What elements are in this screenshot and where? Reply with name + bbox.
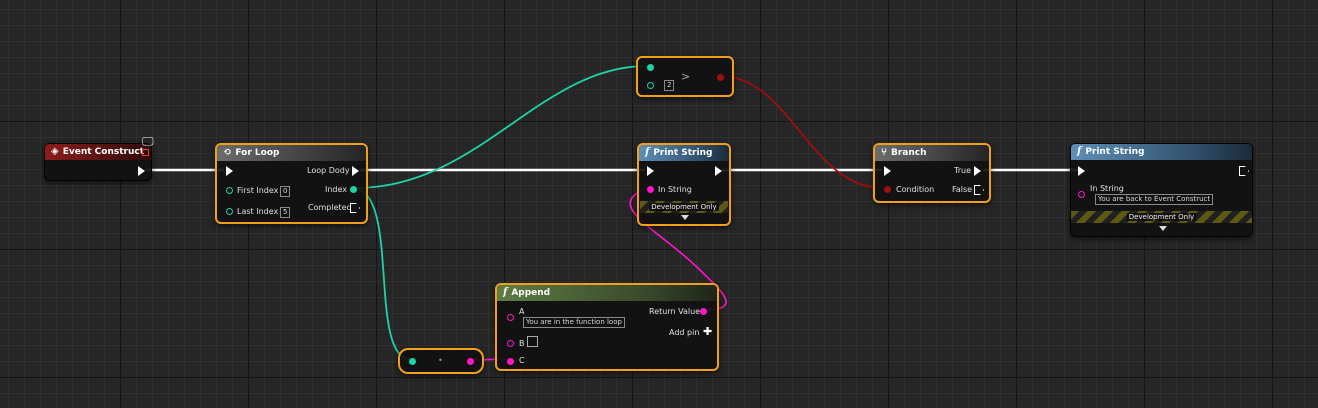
branch-true-label: True (954, 166, 971, 175)
last-index-value[interactable]: 5 (280, 207, 291, 218)
print-1-exec-out-pin[interactable] (715, 166, 722, 176)
function-icon: f (1077, 146, 1082, 157)
branch-exec-in-pin[interactable] (884, 166, 891, 176)
print-string-2-title: Print String (1085, 147, 1145, 157)
compare-b-value[interactable]: 2 (664, 80, 675, 91)
print-string-node-1[interactable]: f Print String In String Development Onl… (637, 143, 731, 226)
branch-icon: ⑂ (881, 147, 887, 158)
print-2-dev-only-banner: Development Only (1071, 211, 1252, 223)
print-2-in-string-value[interactable]: You are back to Event Construct (1095, 194, 1214, 205)
append-return-pin[interactable] (700, 308, 707, 315)
append-return-label: Return Value (649, 307, 701, 316)
integer-wire-index-to-compare (354, 65, 649, 189)
first-index-label: First Index (237, 186, 279, 195)
print-2-exec-out-pin[interactable] (1239, 166, 1249, 176)
print-1-dev-only-label: Development Only (649, 203, 719, 211)
append-a-pin[interactable] (507, 314, 514, 321)
add-pin-plus-icon[interactable]: ✚ (703, 326, 712, 337)
function-icon: f (645, 147, 650, 158)
branch-title: Branch (891, 148, 927, 158)
boolean-wire-compare-to-branch (719, 75, 884, 189)
index-label: Index (325, 185, 348, 194)
int-to-string-conversion-node[interactable]: • (398, 348, 484, 374)
first-index-pin[interactable] (226, 187, 233, 194)
conversion-in-pin[interactable] (409, 358, 416, 365)
print-string-1-title: Print String (653, 148, 713, 158)
first-index-value[interactable]: 0 (280, 186, 291, 197)
branch-false-label: False (952, 185, 973, 194)
last-index-pin[interactable] (226, 208, 233, 215)
print-2-expand-icon[interactable] (1159, 226, 1167, 231)
branch-condition-label: Condition (896, 185, 935, 194)
loop-body-label: Loop Dody (307, 166, 350, 175)
print-1-dev-only-banner: Development Only (640, 201, 728, 213)
event-delegate-pin[interactable] (142, 149, 149, 156)
event-construct-header[interactable]: ◈ Event Construct (45, 144, 151, 160)
compare-a-pin[interactable] (647, 64, 654, 71)
event-exec-out-pin[interactable] (138, 166, 145, 176)
append-a-label: A (519, 307, 525, 316)
print-1-exec-in-pin[interactable] (647, 166, 654, 176)
print-2-in-string-label: In String (1090, 184, 1124, 193)
branch-condition-pin[interactable] (884, 186, 891, 193)
compare-result-pin[interactable] (717, 74, 724, 81)
last-index-label: Last Index (237, 207, 279, 216)
event-construct-title: Event Construct (62, 147, 145, 157)
for-loop-title: For Loop (235, 148, 280, 158)
append-add-pin-label[interactable]: Add pin (669, 328, 699, 338)
print-2-exec-in-pin[interactable] (1078, 166, 1085, 176)
for-loop-header[interactable]: ⟲ For Loop (217, 145, 366, 161)
append-b-value[interactable] (527, 336, 538, 347)
for-loop-node[interactable]: ⟲ For Loop Loop Dody First Index 0 Index… (215, 143, 368, 224)
event-construct-node[interactable]: ◈ Event Construct (44, 143, 152, 181)
print-string-1-header[interactable]: f Print String (639, 145, 729, 161)
branch-node[interactable]: ⑂ Branch True Condition False (873, 143, 991, 203)
append-title: Append (511, 288, 551, 298)
append-c-label: C (519, 356, 525, 365)
append-b-pin[interactable] (507, 340, 514, 347)
print-string-2-header[interactable]: f Print String (1071, 144, 1252, 160)
append-node[interactable]: f Append A You are in the function loop … (495, 283, 719, 371)
loop-icon: ⟲ (223, 147, 232, 158)
branch-true-exec-pin[interactable] (974, 166, 981, 176)
append-b-label: B (519, 339, 525, 348)
append-header[interactable]: f Append (497, 285, 717, 301)
conversion-out-pin[interactable] (467, 358, 474, 365)
print-2-in-string-pin[interactable] (1078, 191, 1085, 198)
append-c-pin[interactable] (507, 358, 514, 365)
compare-b-pin[interactable] (647, 82, 654, 89)
print-2-dev-only-label: Development Only (1126, 213, 1197, 221)
print-1-expand-icon[interactable] (681, 215, 689, 220)
branch-false-exec-pin[interactable] (974, 185, 984, 195)
completed-exec-pin[interactable] (350, 203, 360, 213)
greater-than-node[interactable]: 2 > (636, 56, 734, 97)
print-1-in-string-pin[interactable] (647, 186, 654, 193)
function-icon: f (503, 287, 508, 298)
append-a-value[interactable]: You are in the function loop (523, 317, 625, 328)
print-1-in-string-label: In String (658, 185, 692, 194)
monitor-icon: 🖵 (142, 134, 154, 148)
index-out-pin[interactable] (350, 186, 357, 193)
for-loop-exec-in-pin[interactable] (226, 166, 233, 176)
conversion-symbol: • (438, 356, 443, 365)
branch-header[interactable]: ⑂ Branch (875, 145, 989, 161)
greater-than-operator: > (681, 70, 691, 83)
event-diamond-icon: ◈ (51, 146, 59, 157)
print-string-node-2[interactable]: f Print String In String You are back to… (1070, 143, 1253, 237)
completed-label: Completed (308, 203, 352, 212)
loop-body-exec-pin[interactable] (352, 166, 359, 176)
